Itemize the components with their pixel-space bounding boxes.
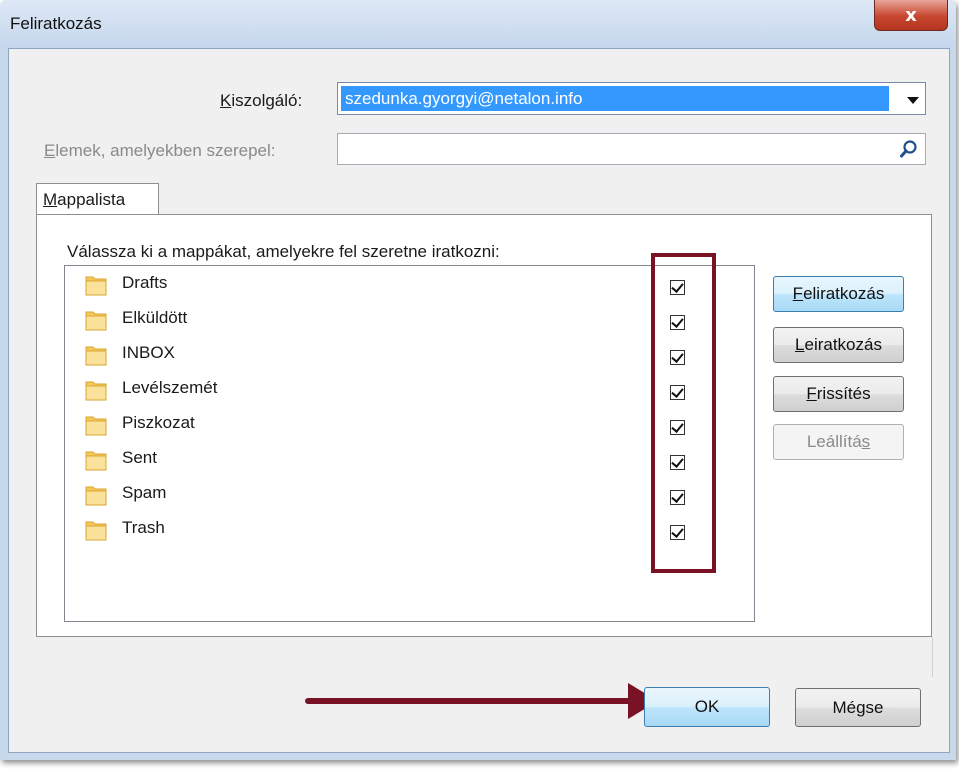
folder-icon [85, 451, 107, 471]
folder-name: Piszkozat [122, 413, 195, 432]
folder-name: INBOX [122, 343, 175, 362]
annotation-highlight-box [651, 253, 716, 573]
filter-input[interactable] [337, 133, 926, 165]
folder-name: Elküldött [122, 308, 188, 327]
folder-name: Spam [122, 483, 167, 502]
folder-icon [85, 346, 107, 366]
divider [932, 637, 933, 677]
tab-folder-list[interactable]: Mappalista [36, 183, 159, 215]
window-title: Feliratkozás [10, 14, 102, 33]
chevron-down-icon[interactable] [907, 97, 919, 104]
close-icon: x [905, 4, 917, 26]
folder-icon [85, 276, 107, 296]
folder-icon [85, 381, 107, 401]
cancel-button[interactable]: Mégse [795, 688, 921, 727]
folder-name: Trash [122, 518, 165, 537]
folder-icon [85, 416, 107, 436]
filter-label: Elemek, amelyekben szerepel: [44, 141, 276, 160]
unsubscribe-button[interactable]: Leiratkozás [773, 327, 904, 363]
folder-icon [85, 521, 107, 541]
folder-name: Drafts [122, 273, 168, 292]
instruction-text: Válassza ki a mappákat, amelyekre fel sz… [67, 242, 500, 261]
server-select[interactable]: szedunka.gyorgyi@netalon.info [337, 82, 926, 115]
search-icon[interactable] [899, 139, 919, 159]
folder-icon [85, 486, 107, 506]
subscribe-button[interactable]: Feliratkozás [773, 276, 904, 312]
folder-icon [85, 311, 107, 331]
folder-name: Sent [122, 448, 157, 467]
refresh-button[interactable]: Frissítés [773, 376, 904, 412]
stop-button[interactable]: Leállítás [773, 424, 904, 460]
annotation-arrow [305, 698, 640, 704]
folder-name: Levélszemét [122, 378, 218, 397]
server-label: Kiszolgáló: [220, 91, 303, 110]
server-value: szedunka.gyorgyi@netalon.info [341, 86, 889, 111]
close-button[interactable]: x [874, 0, 948, 31]
ok-button[interactable]: OK [644, 687, 770, 727]
title-bar[interactable]: Feliratkozás x [0, 0, 956, 48]
